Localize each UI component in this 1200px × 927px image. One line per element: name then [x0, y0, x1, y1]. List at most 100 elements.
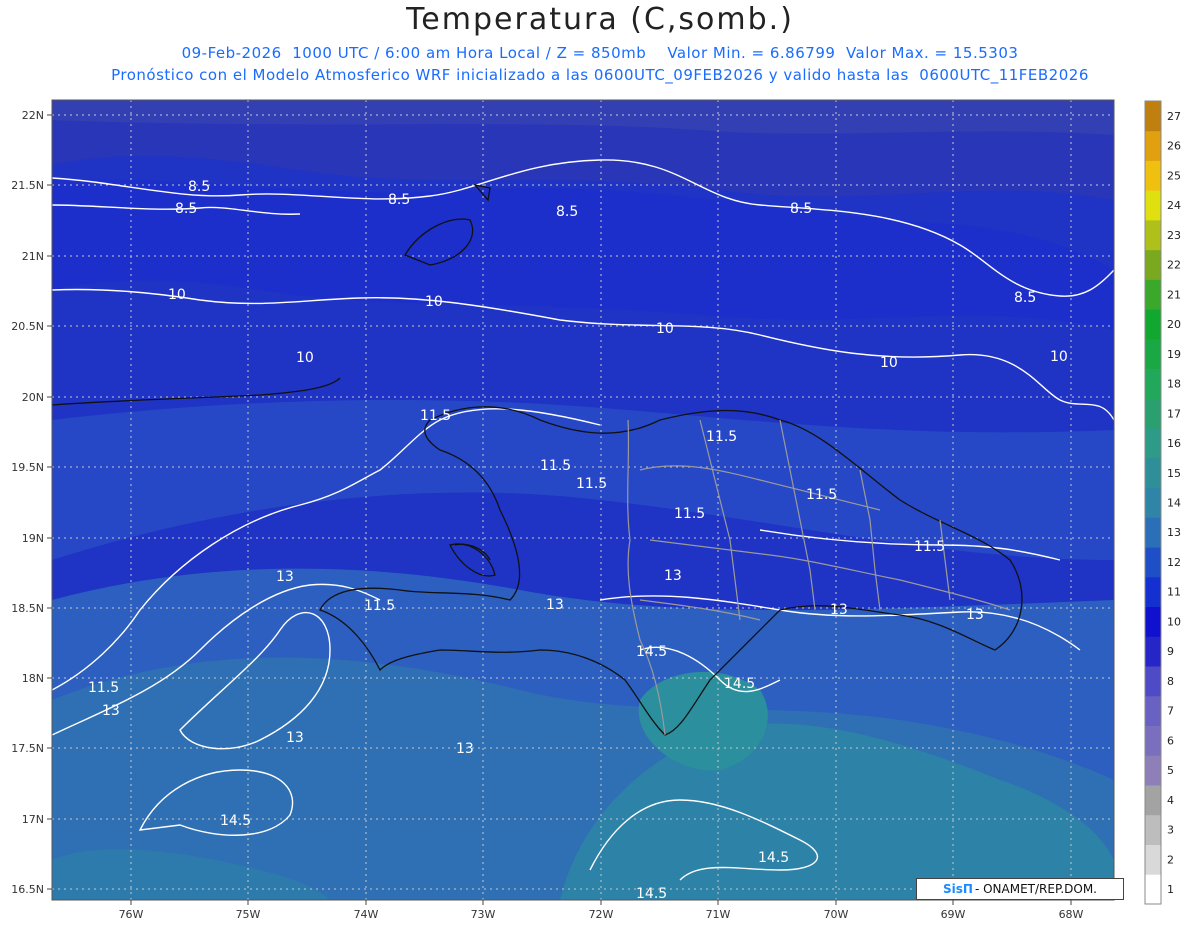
colorbar-label: 3 [1167, 824, 1174, 837]
colorbar-swatch [1145, 725, 1161, 756]
colorbar-label: 12 [1167, 556, 1181, 569]
colorbar-label: 8 [1167, 675, 1174, 688]
contour-label: 11.5 [364, 598, 395, 614]
lon-label: 70W [824, 908, 849, 921]
colorbar-label: 27 [1167, 110, 1181, 123]
contour-label: 13 [830, 602, 848, 618]
colorbar-label: 20 [1167, 318, 1181, 331]
colorbar-swatch [1145, 338, 1161, 370]
colorbar-swatch [1145, 457, 1161, 489]
colorbar-swatch [1145, 666, 1161, 697]
contour-label: 8.5 [388, 192, 410, 208]
colorbar-swatch [1145, 636, 1161, 667]
colorbar-label: 11 [1167, 586, 1181, 599]
lat-label: 18.5N [11, 602, 44, 615]
lat-label: 17.5N [11, 742, 44, 755]
sispi-logo: SisΠ [943, 882, 973, 896]
contour-label: 13 [664, 568, 682, 584]
colorbar-swatch [1145, 130, 1161, 161]
contour-label: 13 [966, 607, 984, 623]
latitude-labels: 22N 21.5N 21N 20.5N 20N 19.5N 19N 18.5N … [11, 109, 44, 896]
colorbar-label: 21 [1167, 288, 1181, 301]
lat-label: 17N [22, 813, 44, 826]
colorbar-label: 16 [1167, 437, 1181, 450]
colorbar-label: 2 [1167, 853, 1174, 866]
contour-label: 10 [296, 350, 314, 366]
lon-label: 68W [1059, 908, 1084, 921]
contour-label: 13 [286, 730, 304, 746]
lon-label: 73W [471, 908, 496, 921]
colorbar-label: 18 [1167, 378, 1181, 391]
contour-label: 11.5 [706, 429, 737, 445]
colorbar-label: 24 [1167, 199, 1181, 212]
lon-label: 71W [706, 908, 731, 921]
map-canvas: 22N 21.5N 21N 20.5N 20N 19.5N 19N 18.5N … [11, 99, 1181, 921]
lat-label: 22N [22, 109, 44, 122]
colorbar-swatch [1145, 814, 1161, 845]
contour-label: 13 [276, 569, 294, 585]
credit-text: - ONAMET/REP.DOM. [974, 882, 1097, 896]
lon-label: 76W [119, 908, 144, 921]
colorbar-label: 9 [1167, 645, 1174, 658]
lat-label: 16.5N [11, 883, 44, 896]
colorbar-swatch [1145, 220, 1161, 251]
colorbar-label: 7 [1167, 705, 1174, 718]
contour-label: 8.5 [1014, 290, 1036, 306]
colorbar-label: 4 [1167, 794, 1174, 807]
colorbar-swatch [1145, 547, 1161, 578]
contour-label: 8.5 [790, 201, 812, 217]
contour-label: 8.5 [175, 201, 197, 217]
colorbar-swatch [1145, 368, 1161, 399]
contour-label: 14.5 [758, 850, 789, 866]
colorbar-swatch [1145, 249, 1161, 280]
contour-label: 8.5 [556, 204, 578, 220]
lat-label: 21N [22, 250, 44, 263]
contour-label: 11.5 [806, 487, 837, 503]
colorbar-swatch [1145, 576, 1161, 608]
contour-label: 11.5 [420, 408, 451, 424]
colorbar-swatch [1145, 606, 1161, 637]
colorbar-swatch [1145, 101, 1161, 132]
colorbar-swatch [1145, 428, 1161, 459]
contour-label: 13 [546, 597, 564, 613]
contour-label: 11.5 [540, 458, 571, 474]
colorbar-label: 26 [1167, 140, 1181, 153]
contour-label: 8.5 [188, 179, 210, 195]
colorbar-swatch [1145, 517, 1161, 548]
colorbar-swatch [1145, 160, 1161, 191]
contour-label: 14.5 [724, 676, 755, 692]
contour-label: 10 [425, 294, 443, 310]
colorbar-swatch [1145, 785, 1161, 816]
colorbar-label: 5 [1167, 764, 1174, 777]
lat-label: 18N [22, 672, 44, 685]
colorbar-label: 15 [1167, 467, 1181, 480]
lon-label: 69W [941, 908, 966, 921]
colorbar-label: 1 [1167, 883, 1174, 896]
colorbar-swatch [1145, 874, 1161, 905]
colorbar-label: 23 [1167, 229, 1181, 242]
contour-label: 11.5 [576, 476, 607, 492]
contour-label: 14.5 [220, 813, 251, 829]
lat-label: 21.5N [11, 179, 44, 192]
colorbar-swatch [1145, 309, 1161, 340]
contour-label: 13 [102, 703, 120, 719]
contour-label: 10 [880, 355, 898, 371]
colorbar-label: 22 [1167, 259, 1181, 272]
contour-label: 11.5 [914, 539, 945, 555]
colorbar-label: 25 [1167, 169, 1181, 182]
longitude-labels: 76W 75W 74W 73W 72W 71W 70W 69W 68W [119, 908, 1084, 921]
colorbar-label: 14 [1167, 497, 1181, 510]
colorbar: 1234567891011121314151617181920212223242… [1144, 100, 1181, 905]
lat-label: 19.5N [11, 461, 44, 474]
contour-label: 10 [168, 287, 186, 303]
colorbar-label: 13 [1167, 526, 1181, 539]
colorbar-swatch [1145, 279, 1161, 310]
lon-label: 75W [236, 908, 261, 921]
contour-label: 10 [656, 321, 674, 337]
contour-label: 10 [1050, 349, 1068, 365]
lat-label: 20N [22, 391, 44, 404]
colorbar-swatch [1145, 398, 1161, 429]
credit-box: SisΠ - ONAMET/REP.DOM. [916, 878, 1124, 900]
colorbar-swatch [1145, 695, 1161, 726]
colorbar-swatch [1145, 755, 1161, 786]
